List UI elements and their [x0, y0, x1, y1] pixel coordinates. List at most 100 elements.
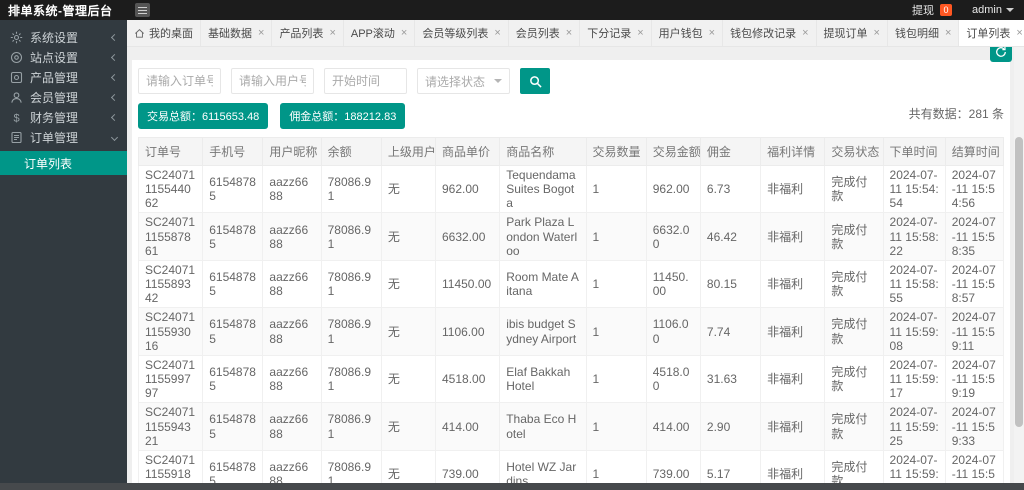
sidebar-subitem-order-list[interactable]: 订单列表 — [0, 151, 127, 175]
tab-9[interactable]: 钱包修改记录 × — [723, 20, 817, 46]
table-cell: 6632.00 — [645, 212, 701, 261]
order-icon — [10, 131, 23, 144]
table-body: SC24071115544062 61548785 aazz6688 78086.91… — [137, 164, 1005, 483]
column-header: 商品单价 — [434, 137, 501, 166]
table-cell: 无 — [380, 259, 437, 309]
tab-3[interactable]: 产品列表 × — [272, 20, 344, 46]
table-cell: 2024-07-11 15:59:19 — [944, 354, 1005, 404]
table-cell: Park Plaza London Waterloo — [499, 212, 587, 261]
chevron-left-icon — [110, 113, 119, 121]
tab-6[interactable]: 会员列表 × — [509, 20, 581, 46]
column-header: 商品名称 — [499, 137, 587, 166]
sidebar-item-gear[interactable]: 系统设置 — [0, 27, 127, 47]
app-title: 排单系统-管理后台 — [8, 3, 113, 18]
scrollbar-thumb[interactable] — [1015, 137, 1023, 427]
tab-1[interactable]: 我的桌面 — [127, 20, 201, 46]
chevron-left-icon — [110, 33, 119, 41]
vertical-scrollbar[interactable] — [1014, 47, 1024, 483]
table-cell: 61548785 — [202, 402, 264, 451]
table-cell: 2024-07-11 15:58:22 — [882, 212, 946, 261]
close-icon[interactable]: × — [1016, 27, 1022, 39]
column-header: 上级用户 — [380, 137, 437, 166]
tab-7[interactable]: 下分记录 × — [580, 20, 652, 46]
tab-12[interactable]: 订单列表 × — [959, 20, 1024, 46]
refresh-button[interactable] — [990, 47, 1012, 62]
close-icon[interactable]: × — [566, 27, 572, 39]
close-icon[interactable]: × — [802, 27, 808, 39]
sidebar-item-order[interactable]: 订单管理 — [0, 127, 127, 147]
close-icon[interactable]: × — [709, 27, 715, 39]
column-header: 交易金额 — [645, 137, 701, 166]
sidebar-item-site[interactable]: 站点设置 — [0, 47, 127, 67]
table-cell: aazz6688 — [262, 212, 322, 261]
start-time-input[interactable] — [324, 68, 407, 94]
tab-bar: 我的桌面 基础数据 × 产品列表 × APP滚动 × 会员等级列表 × 会员列表 × 下分记录 × 用户钱… — [127, 20, 1024, 47]
column-header: 下单时间 — [882, 137, 946, 166]
table-cell: 完成付款 — [824, 212, 884, 261]
table-cell: 78086.91 — [320, 164, 382, 214]
product-icon — [10, 71, 23, 84]
tab-8[interactable]: 用户钱包 × — [652, 20, 724, 46]
table-cell: 61548785 — [202, 354, 264, 404]
column-header: 手机号 — [202, 137, 264, 166]
withdraw-link[interactable]: 提现 — [912, 2, 934, 18]
sidebar-item-member[interactable]: 会员管理 — [0, 87, 127, 107]
table-row: SC24071115589342 61548785 aazz6688 78086.91… — [137, 259, 1005, 309]
table-cell: aazz6688 — [262, 449, 322, 483]
close-icon[interactable]: × — [329, 27, 335, 39]
table-row: SC24071115587861 61548785 aazz6688 78086.91… — [137, 212, 1005, 261]
table-cell: 739.00 — [434, 449, 501, 483]
sidebar-item-product[interactable]: 产品管理 — [0, 67, 127, 87]
column-header: 福利详情 — [760, 137, 826, 166]
close-icon[interactable]: × — [258, 27, 264, 39]
main-content: 请选择状态 交易总额：6115653.48 佣金总额：188212.83 共有数… — [127, 47, 1014, 483]
tab-10[interactable]: 提现订单 × — [817, 20, 888, 46]
bottom-bar — [0, 483, 1024, 490]
table-cell: 962.00 — [645, 164, 701, 214]
table-cell: 无 — [380, 307, 437, 356]
status-select[interactable]: 请选择状态 — [417, 68, 510, 94]
table-cell: 78086.91 — [320, 449, 382, 483]
table-row: SC24071115599797 61548785 aazz6688 78086.91… — [137, 354, 1005, 404]
table-cell: 非福利 — [760, 402, 826, 451]
search-button[interactable] — [520, 68, 550, 94]
withdraw-count-badge[interactable]: 0 — [940, 4, 953, 16]
table-cell: 完成付款 — [824, 402, 884, 451]
close-icon[interactable]: × — [494, 27, 500, 39]
order-no-input[interactable] — [138, 68, 221, 94]
user-menu[interactable]: admin — [972, 4, 1014, 16]
table-cell: 2024-07-11 15:59:39 — [882, 449, 946, 483]
close-icon[interactable]: × — [874, 27, 880, 39]
table-cell: Room Mate Aitana — [499, 259, 587, 309]
column-header: 交易状态 — [824, 137, 884, 166]
table-cell: aazz6688 — [262, 307, 322, 356]
table-cell: 61548785 — [202, 164, 264, 214]
table-cell: aazz6688 — [262, 354, 322, 404]
commission-total-badge: 佣金总额：188212.83 — [280, 103, 406, 129]
close-icon[interactable]: × — [401, 27, 407, 39]
table-cell: 78086.91 — [320, 212, 382, 261]
top-header: 排单系统-管理后台 提现 0 admin — [0, 0, 1024, 20]
user-no-input[interactable] — [231, 68, 314, 94]
table-cell: 完成付款 — [824, 307, 884, 356]
column-header: 结算时间 — [944, 137, 1005, 166]
site-icon — [10, 51, 23, 64]
sidebar-item-finance[interactable]: $ 财务管理 — [0, 107, 127, 127]
table-cell: 1106.00 — [645, 307, 701, 356]
column-header: 交易数量 — [585, 137, 647, 166]
table-cell: Thaba Eco Hotel — [499, 402, 587, 451]
table-cell: aazz6688 — [262, 402, 322, 451]
table-cell: 无 — [380, 164, 437, 214]
close-icon[interactable]: × — [637, 27, 643, 39]
close-icon[interactable]: × — [945, 27, 951, 39]
tab-5[interactable]: 会员等级列表 × — [415, 20, 509, 46]
tab-4[interactable]: APP滚动 × — [344, 20, 416, 46]
table-row: SC24071115593016 61548785 aazz6688 78086.91… — [137, 307, 1005, 356]
chevron-left-icon — [110, 53, 119, 61]
sidebar-menu: 系统设置 站点设置 产品管理 会员管理 $ 财务管理 订单管理订单列表 — [0, 27, 127, 175]
chevron-left-icon — [110, 73, 119, 81]
table-cell: 非福利 — [760, 307, 826, 356]
tab-11[interactable]: 钱包明细 × — [888, 20, 960, 46]
tab-2[interactable]: 基础数据 × — [201, 20, 273, 46]
hamburger-menu-icon[interactable] — [134, 3, 150, 17]
